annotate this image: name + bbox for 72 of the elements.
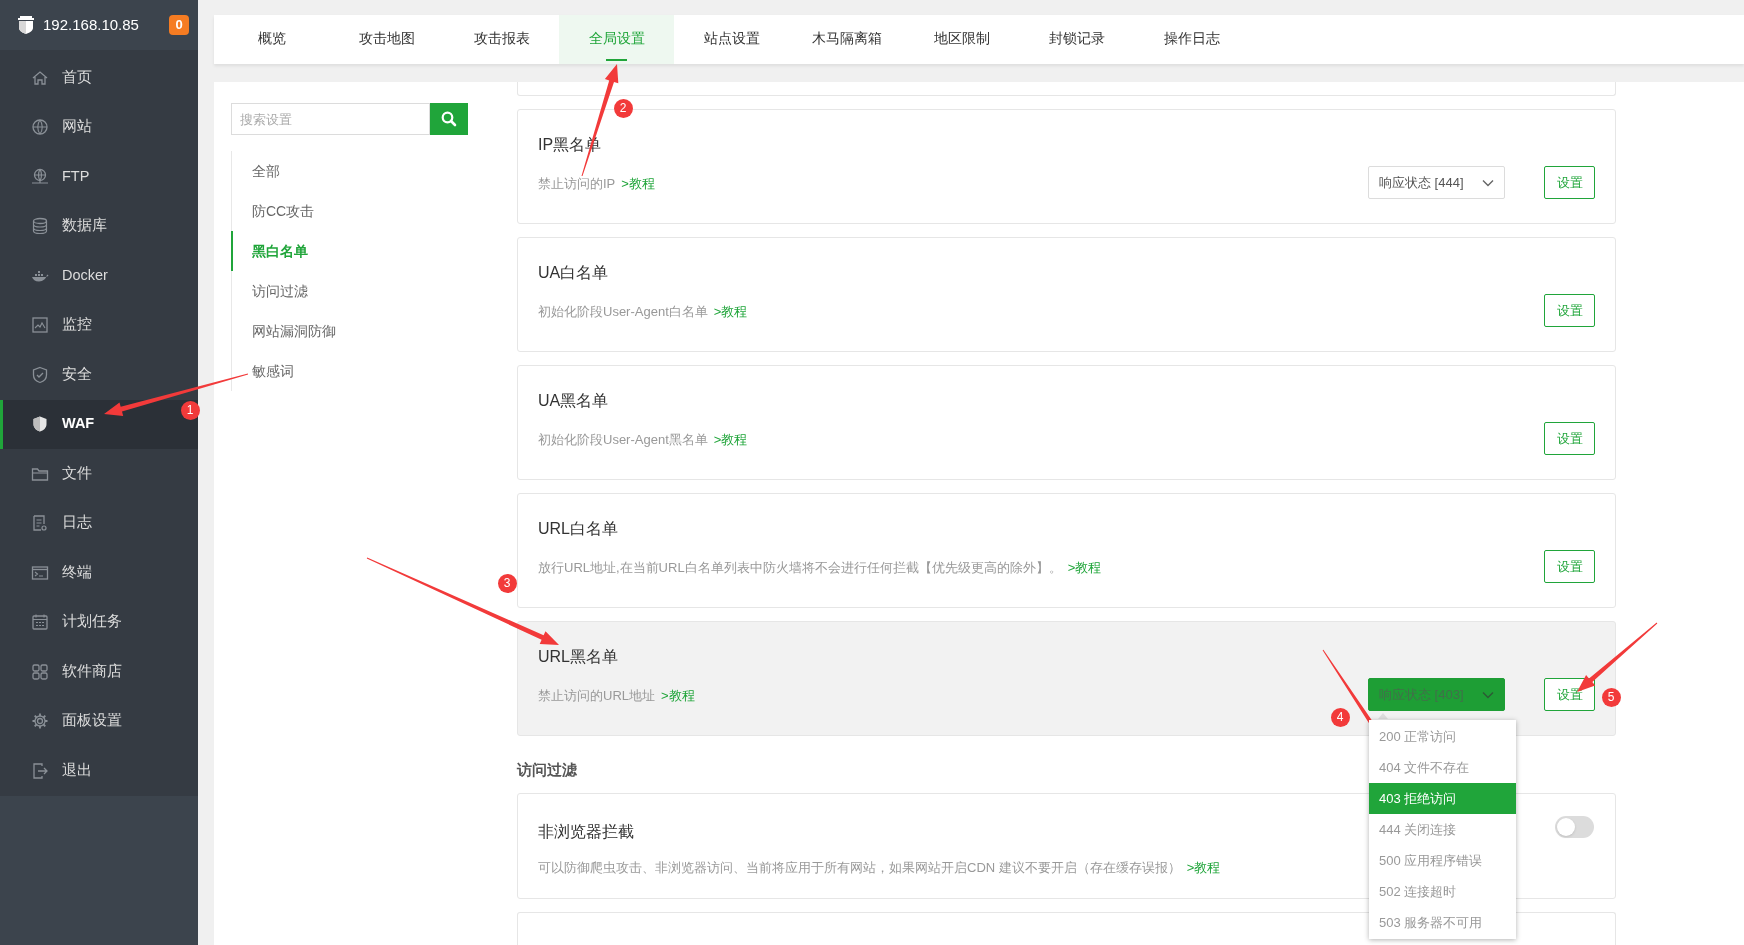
tab[interactable]: 操作日志 [1134, 15, 1249, 64]
sidebar-item[interactable]: 首页 [0, 53, 198, 103]
tab[interactable]: 站点设置 [674, 15, 789, 64]
card-description: 禁止访问的IP [538, 175, 616, 193]
sidebar-item[interactable]: 日志 [0, 498, 198, 548]
sidebar-item[interactable]: 软件商店 [0, 647, 198, 697]
settings-button[interactable]: 设置 [1544, 550, 1595, 583]
tutorial-link[interactable]: >教程 [713, 430, 748, 450]
globe-server-icon [31, 167, 49, 186]
settings-nav-item[interactable]: 黑白名单 [231, 231, 431, 271]
search-icon [441, 111, 457, 127]
card-description: 禁止访问的URL地址 [538, 687, 655, 705]
sidebar-item[interactable]: 安全 [0, 350, 198, 400]
chevron-down-icon [1482, 690, 1494, 699]
card-title: URL白名单 [538, 519, 619, 539]
terminal-icon [31, 563, 49, 582]
response-status-select[interactable]: 响应状态 [444] [1368, 166, 1505, 199]
tab[interactable]: 攻击地图 [329, 15, 444, 64]
sidebar-item[interactable]: 文件 [0, 449, 198, 499]
database-icon [31, 217, 49, 236]
tutorial-link[interactable]: >教程 [713, 302, 748, 322]
settings-button[interactable]: 设置 [1544, 166, 1595, 199]
globe-icon [31, 118, 49, 137]
tutorial-link[interactable]: >教程 [1067, 558, 1102, 578]
sidebar-item[interactable]: 退出 [0, 746, 198, 796]
calendar-icon [31, 613, 49, 632]
card-description: 初始化阶段User-Agent白名单 [538, 303, 708, 321]
shield-icon [31, 415, 49, 434]
search-button[interactable] [430, 103, 468, 135]
document-icon [31, 514, 49, 533]
toggle-switch[interactable] [1555, 816, 1594, 838]
card-title: UA白名单 [538, 263, 610, 283]
card-title: URL黑名单 [538, 647, 619, 667]
card-title: 非浏览器拦截 [538, 822, 635, 842]
grid-icon [31, 662, 49, 681]
logout-icon [31, 761, 49, 780]
search-field[interactable]: 搜索设置 [231, 103, 430, 135]
sidebar-item[interactable]: FTP [0, 152, 198, 202]
tutorial-link[interactable]: >教程 [1186, 858, 1221, 878]
settings-button[interactable]: 设置 [1544, 678, 1595, 711]
sidebar-item[interactable]: 数据库 [0, 201, 198, 251]
tab[interactable]: 攻击报表 [444, 15, 559, 64]
settings-button[interactable]: 设置 [1544, 294, 1595, 327]
sidebar-item[interactable]: 终端 [0, 548, 198, 598]
sidebar-item[interactable]: Docker [0, 251, 198, 301]
settings-button[interactable]: 设置 [1544, 422, 1595, 455]
tab[interactable]: 木马隔离箱 [789, 15, 904, 64]
settings-nav-item[interactable]: 网站漏洞防御 [232, 311, 431, 351]
settings-nav-item[interactable]: 敏感词 [232, 351, 431, 391]
sidebar-item[interactable]: 计划任务 [0, 597, 198, 647]
settings-nav-item[interactable]: 防CC攻击 [232, 191, 431, 231]
chevron-down-icon [1482, 178, 1494, 187]
card-title: UA黑名单 [538, 391, 610, 411]
tab[interactable]: 概览 [214, 15, 329, 64]
host-address: 192.168.10.85 [43, 14, 140, 35]
monitor-chart-icon [31, 316, 49, 335]
dropdown-option[interactable]: 403 拒绝访问 [1369, 783, 1516, 814]
tab[interactable]: 封锁记录 [1019, 15, 1134, 64]
settings-nav-item[interactable]: 访问过滤 [232, 271, 431, 311]
logo-icon [17, 15, 35, 35]
settings-nav-item[interactable]: 全部 [232, 151, 431, 191]
settings-icon [31, 712, 49, 731]
sidebar-item[interactable]: 面板设置 [0, 696, 198, 746]
sidebar-item[interactable]: 监控 [0, 300, 198, 350]
sidebar-item[interactable]: 网站 [0, 102, 198, 152]
card-description: 可以防御爬虫攻击、非浏览器访问、当前将应用于所有网站，如果网站开启CDN 建议不要开启（存在缓存误报） [538, 859, 1181, 877]
shield-icon [31, 365, 49, 384]
tab[interactable]: 地区限制 [904, 15, 1019, 64]
card-description: 放行URL地址,在当前URL白名单列表中防火墙将不会进行任何拦截【优先级更高的除外】。 [538, 559, 1062, 577]
tutorial-link[interactable]: >教程 [621, 174, 655, 194]
section-title: 访问过滤 [517, 760, 577, 780]
card-description: 初始化阶段User-Agent黑名单 [538, 431, 708, 449]
